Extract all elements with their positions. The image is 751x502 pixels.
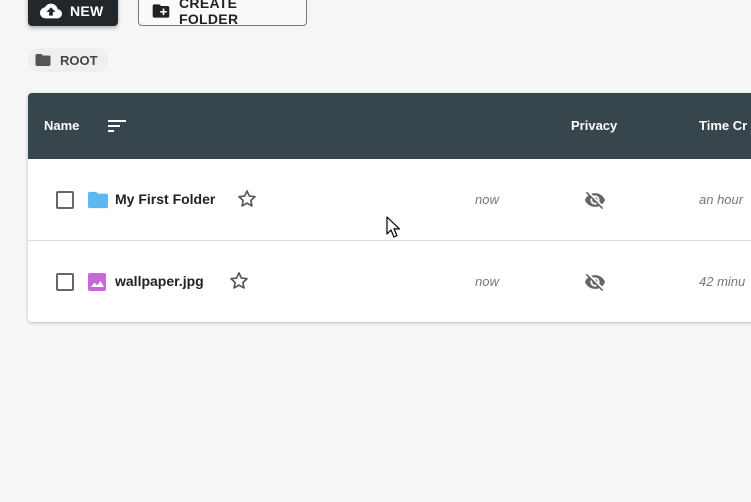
image-file-icon [88, 273, 106, 291]
create-folder-button[interactable]: CREATE FOLDER [138, 0, 307, 27]
star-icon[interactable] [236, 188, 258, 210]
create-folder-label: CREATE FOLDER [179, 0, 239, 27]
folder-icon [88, 191, 108, 209]
table-header: Name Privacy Time Cr [28, 93, 751, 159]
new-button[interactable]: NEW [28, 0, 118, 26]
folder-add-icon [152, 4, 170, 18]
row-checkbox[interactable] [56, 273, 74, 291]
file-name[interactable]: wallpaper.jpg [115, 273, 204, 289]
modified-time: now [475, 192, 499, 207]
visibility-off-icon[interactable] [583, 271, 607, 293]
time-created: 42 minu [699, 274, 746, 289]
folder-icon [35, 54, 51, 66]
star-icon[interactable] [228, 270, 250, 292]
modified-time: now [475, 274, 499, 289]
breadcrumb-root[interactable]: ROOT [28, 48, 108, 72]
column-header-name[interactable]: Name [44, 118, 79, 133]
column-header-time-created[interactable]: Time Cr [699, 118, 747, 133]
visibility-off-icon[interactable] [583, 189, 607, 211]
new-button-label: NEW [70, 3, 104, 19]
time-created: an hour [699, 192, 744, 207]
mouse-cursor-icon [386, 216, 400, 238]
file-name[interactable]: My First Folder [115, 191, 215, 207]
cloud-upload-icon [40, 3, 62, 19]
row-checkbox[interactable] [56, 191, 74, 209]
breadcrumb-label: ROOT [60, 52, 98, 68]
file-table: Name Privacy Time Cr My First Folder now… [28, 93, 751, 322]
sort-icon[interactable] [107, 117, 127, 135]
column-header-privacy[interactable]: Privacy [571, 118, 617, 133]
table-row[interactable]: wallpaper.jpg now 42 minu [28, 240, 751, 322]
